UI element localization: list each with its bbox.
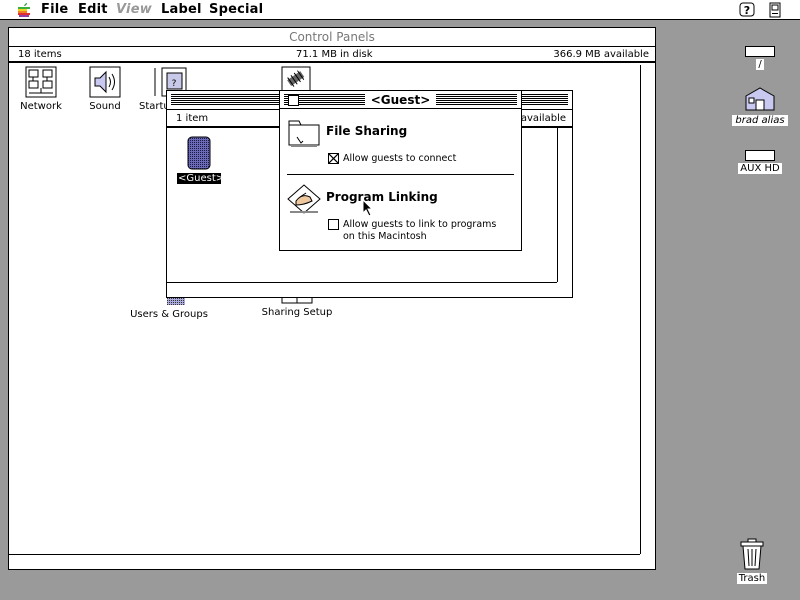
window-title: Control Panels (289, 30, 375, 44)
menu-label[interactable]: Label (161, 2, 202, 17)
guest-dialog-title: <Guest> (364, 92, 437, 107)
users-groups-label: Users & Groups (130, 309, 208, 320)
brad-alias-label: brad alias (732, 115, 788, 126)
aux-hd-label: AUX HD (738, 163, 782, 174)
program-linking-heading: Program Linking (326, 190, 438, 204)
guest-user-label: <Guest> (177, 173, 225, 184)
section-divider (287, 174, 514, 175)
allow-guests-link-checkbox[interactable] (328, 219, 339, 230)
menu-edit[interactable]: Edit (78, 2, 108, 17)
guest-dialog: <Guest> File Sharing Allow guests to con… (279, 90, 522, 251)
menu-special[interactable]: Special (209, 2, 263, 17)
trash-icon-item[interactable]: Trash (732, 538, 772, 584)
allow-guests-link-line1: Allow guests to link to programs (343, 219, 497, 230)
menu-bar: File Edit View Label Special ? (0, 0, 800, 20)
trash-can-icon (740, 538, 764, 570)
allow-guests-connect-checkbox[interactable] (328, 153, 339, 164)
vertical-scrollbar[interactable] (640, 65, 655, 554)
guest-dialog-titlebar[interactable]: <Guest> (280, 91, 521, 109)
available-space: 366.9 MB available (553, 49, 649, 60)
users-available: available (520, 113, 566, 124)
close-box-icon[interactable] (288, 95, 299, 106)
svg-text:?: ? (744, 4, 750, 17)
network-icon (25, 66, 57, 98)
users-item-count: 1 item (176, 113, 209, 124)
allow-guests-link-label[interactable]: Allow guests to link to programs on this… (343, 219, 496, 243)
users-horizontal-scrollbar[interactable] (167, 282, 557, 297)
home-folder-icon (745, 87, 775, 111)
mouse-pointer-icon (362, 199, 374, 217)
help-icon[interactable]: ? (739, 2, 755, 18)
sound-control-panel[interactable]: Sound (83, 66, 127, 112)
aux-hd-icon[interactable]: AUX HD (734, 150, 786, 174)
file-sharing-heading: File Sharing (326, 124, 408, 138)
allow-guests-connect-label[interactable]: Allow guests to connect (343, 153, 456, 164)
checkmark-x-icon (328, 153, 339, 164)
horizontal-scrollbar[interactable] (9, 554, 640, 569)
guest-user-icon (187, 136, 211, 170)
network-control-panel[interactable]: Network (17, 66, 65, 112)
program-linking-icon (287, 184, 321, 214)
allow-guests-link-line2: on this Macintosh (343, 231, 427, 242)
network-label: Network (20, 101, 62, 112)
control-panels-titlebar[interactable]: Control Panels (9, 28, 655, 47)
sharing-setup-label: Sharing Setup (261, 307, 333, 318)
apple-menu-icon[interactable] (16, 2, 32, 18)
menu-view[interactable]: View (116, 2, 152, 17)
file-sharing-folder-icon (288, 120, 320, 147)
menu-file[interactable]: File (41, 2, 68, 17)
application-menu-icon[interactable] (767, 2, 783, 18)
brad-alias-icon[interactable]: brad alias (732, 86, 788, 126)
disk-usage: 71.1 MB in disk (296, 49, 373, 60)
sound-label: Sound (89, 101, 121, 112)
aux-hard-disk-icon (745, 150, 775, 161)
trash-label: Trash (736, 573, 768, 584)
speaker-icon (89, 66, 121, 98)
item-count: 18 items (18, 49, 62, 60)
svg-text:?: ? (172, 79, 177, 89)
root-disk-icon[interactable]: / (735, 46, 785, 70)
info-bar: 18 items 71.1 MB in disk 366.9 MB availa… (9, 47, 655, 63)
guest-user-item[interactable]: <Guest> (177, 136, 225, 184)
root-disk-label: / (756, 59, 764, 70)
hard-disk-icon (745, 46, 775, 57)
users-vertical-scrollbar[interactable] (557, 128, 572, 282)
